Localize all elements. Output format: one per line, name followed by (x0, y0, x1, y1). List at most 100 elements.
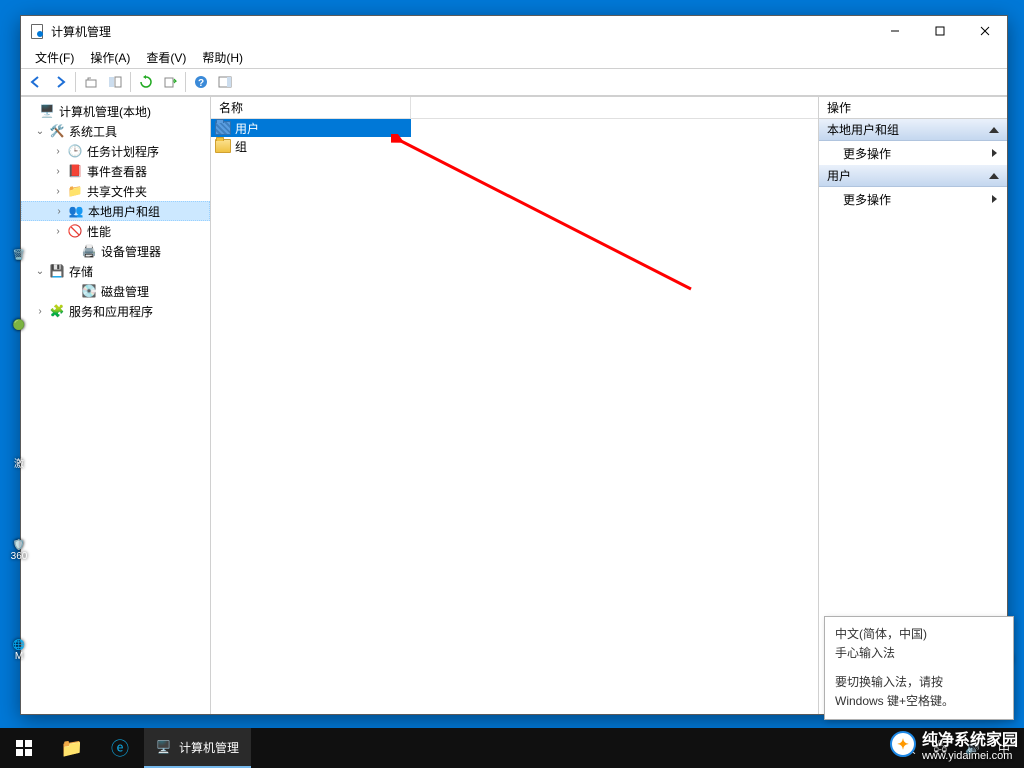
export-button[interactable] (159, 71, 181, 93)
desktop-icon[interactable]: 激 (4, 455, 34, 470)
clock-icon: 🕒 (67, 143, 83, 159)
help-button[interactable]: ? (190, 71, 212, 93)
tree-label: 共享文件夹 (87, 183, 147, 200)
menu-help[interactable]: 帮助(H) (194, 47, 251, 68)
tree-performance[interactable]: ›🚫性能 (21, 221, 210, 241)
list-item-users[interactable]: 用户 (211, 119, 411, 137)
tree-local-users-groups[interactable]: ›👥本地用户和组 (21, 201, 210, 221)
disk-icon: 💽 (81, 283, 97, 299)
ime-hint: Windows 键+空格键。 (835, 692, 1003, 709)
start-button[interactable] (0, 728, 48, 768)
column-name[interactable]: 名称 (211, 97, 411, 118)
action-group-users[interactable]: 用户 (819, 165, 1007, 187)
expand-icon[interactable]: › (51, 186, 65, 197)
maximize-button[interactable] (917, 16, 962, 46)
taskbar: 📁 ⓔ 🖥️ 计算机管理 ︿ 🖧 🔊 中 (0, 728, 1024, 768)
tree-label: 计算机管理(本地) (59, 103, 151, 120)
taskbar-file-explorer[interactable]: 📁 (48, 728, 96, 768)
action-item-label: 更多操作 (843, 145, 891, 162)
tree-task-scheduler[interactable]: ›🕒任务计划程序 (21, 141, 210, 161)
action-more-2[interactable]: 更多操作 (819, 187, 1007, 211)
annotation-arrow (391, 134, 711, 304)
expand-icon[interactable]: › (51, 166, 65, 177)
services-icon: 🧩 (49, 303, 65, 319)
computer-management-window: 计算机管理 文件(F) 操作(A) 查看(V) 帮助(H) ? 🖥️计算机管理(… (20, 15, 1008, 715)
svg-text:?: ? (198, 78, 204, 89)
tree-label: 本地用户和组 (88, 203, 160, 220)
folder-icon (215, 121, 231, 135)
list-body[interactable]: 用户 组 (211, 119, 818, 714)
desktop-icon[interactable]: 🛡️360 (4, 540, 34, 562)
collapse-icon[interactable]: ⌄ (33, 266, 47, 277)
list-item-label: 组 (235, 138, 247, 155)
tree-label: 任务计划程序 (87, 143, 159, 160)
list-panel: 名称 用户 组 (211, 97, 819, 714)
tree-services-apps[interactable]: ›🧩服务和应用程序 (21, 301, 210, 321)
tree-panel[interactable]: 🖥️计算机管理(本地) ⌄🛠️系统工具 ›🕒任务计划程序 ›📕事件查看器 ›📁共… (21, 97, 211, 714)
menu-file[interactable]: 文件(F) (27, 47, 82, 68)
tree-root[interactable]: 🖥️计算机管理(本地) (21, 101, 210, 121)
tree-event-viewer[interactable]: ›📕事件查看器 (21, 161, 210, 181)
collapse-icon (989, 127, 999, 133)
chevron-right-icon (992, 149, 997, 157)
show-hide-tree-button[interactable] (104, 71, 126, 93)
taskbar-computer-management[interactable]: 🖥️ 计算机管理 (144, 728, 251, 768)
menu-bar: 文件(F) 操作(A) 查看(V) 帮助(H) (21, 46, 1007, 68)
performance-icon: 🚫 (67, 223, 83, 239)
ime-method: 手心输入法 (835, 644, 1003, 661)
back-button[interactable] (25, 71, 47, 93)
refresh-button[interactable] (135, 71, 157, 93)
menu-action[interactable]: 操作(A) (82, 47, 138, 68)
toolbar: ? (21, 68, 1007, 96)
tree-device-manager[interactable]: 🖨️设备管理器 (21, 241, 210, 261)
tree-label: 存储 (69, 263, 93, 280)
desktop-icon[interactable]: 🌐M (4, 640, 34, 662)
desktop-icon[interactable]: 🟢 (4, 320, 34, 331)
tree-system-tools[interactable]: ⌄🛠️系统工具 (21, 121, 210, 141)
expand-icon[interactable]: › (52, 206, 66, 217)
desktop-icon[interactable]: 🗑️ (4, 250, 34, 261)
action-more-1[interactable]: 更多操作 (819, 141, 1007, 165)
folder-icon (215, 139, 231, 153)
tree-storage[interactable]: ⌄💾存储 (21, 261, 210, 281)
ime-tooltip: 中文(简体，中国) 手心输入法 要切换输入法，请按 Windows 键+空格键。 (824, 616, 1014, 720)
computer-icon: 🖥️ (39, 103, 55, 119)
taskbar-edge[interactable]: ⓔ (96, 728, 144, 768)
close-button[interactable] (962, 16, 1007, 46)
tools-icon: 🛠️ (49, 123, 65, 139)
watermark-url: www.yidaimei.com (922, 750, 1018, 762)
tree-disk-management[interactable]: 💽磁盘管理 (21, 281, 210, 301)
expand-icon[interactable]: › (33, 306, 47, 317)
up-button[interactable] (80, 71, 102, 93)
toolbar-separator (75, 72, 76, 92)
task-label: 计算机管理 (179, 739, 239, 756)
expand-icon[interactable]: › (51, 146, 65, 157)
users-icon: 👥 (68, 203, 84, 219)
watermark-title: 纯净系统家园 (922, 732, 1018, 749)
tree-label: 系统工具 (69, 123, 117, 140)
watermark-logo-icon: ✦ (890, 731, 916, 757)
tree-label: 服务和应用程序 (69, 303, 153, 320)
tree-label: 磁盘管理 (101, 283, 149, 300)
list-item-label: 用户 (235, 120, 259, 137)
tree-label: 设备管理器 (101, 243, 161, 260)
device-icon: 🖨️ (81, 243, 97, 259)
forward-button[interactable] (49, 71, 71, 93)
list-item-groups[interactable]: 组 (211, 137, 818, 155)
folder-icon: 📁 (67, 183, 83, 199)
tree-shared-folders[interactable]: ›📁共享文件夹 (21, 181, 210, 201)
collapse-icon[interactable]: ⌄ (33, 126, 47, 137)
toolbar-separator (185, 72, 186, 92)
event-icon: 📕 (67, 163, 83, 179)
title-bar[interactable]: 计算机管理 (21, 16, 1007, 46)
action-group-label: 用户 (827, 167, 851, 184)
app-icon: 🖥️ (156, 740, 171, 754)
ime-hint: 要切换输入法，请按 (835, 673, 1003, 690)
action-group-local-users[interactable]: 本地用户和组 (819, 119, 1007, 141)
app-icon (29, 23, 45, 39)
action-group-label: 本地用户和组 (827, 121, 899, 138)
action-pane-button[interactable] (214, 71, 236, 93)
expand-icon[interactable]: › (51, 226, 65, 237)
menu-view[interactable]: 查看(V) (138, 47, 194, 68)
minimize-button[interactable] (872, 16, 917, 46)
